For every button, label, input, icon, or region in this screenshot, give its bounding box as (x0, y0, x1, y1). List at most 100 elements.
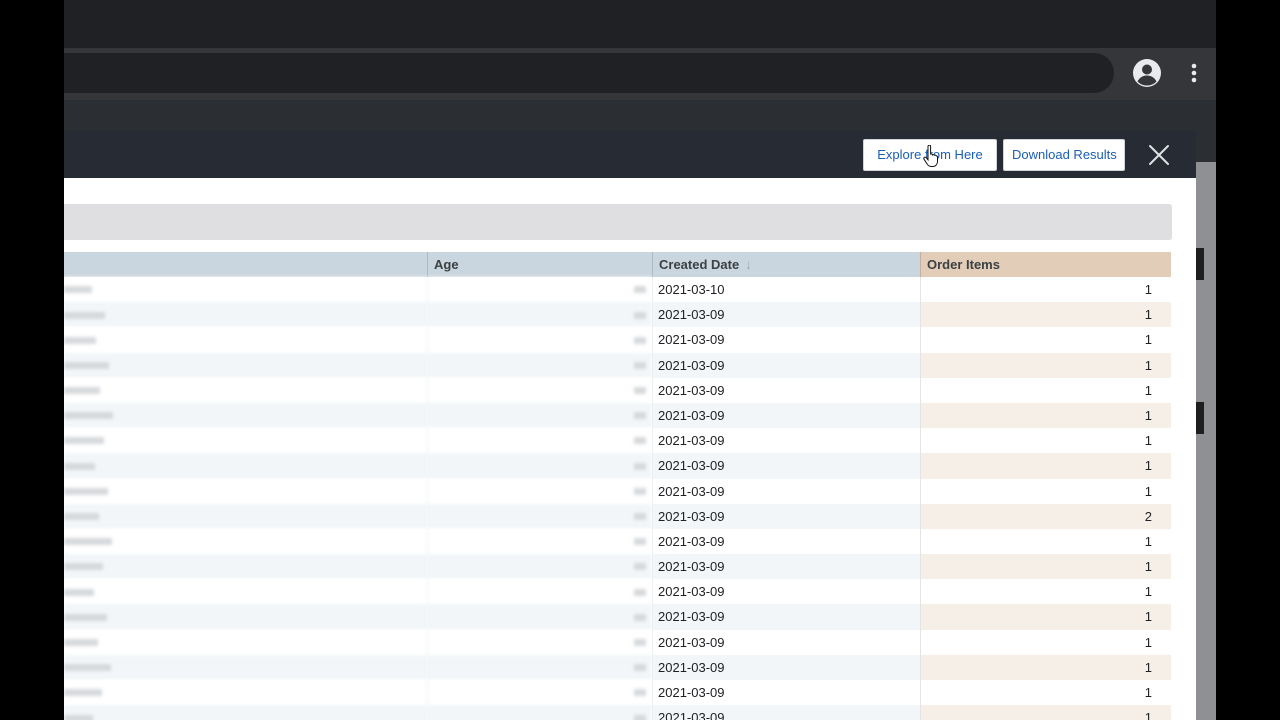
redacted-cell (427, 302, 652, 328)
column-header-age[interactable]: Age (427, 252, 652, 277)
redacted-cell (427, 680, 652, 706)
created-date-cell: 2021-03-10 (652, 277, 920, 303)
column-header-truncated[interactable] (64, 252, 427, 277)
close-icon[interactable] (1146, 142, 1172, 168)
order-items-cell: 1 (920, 554, 1171, 580)
filter-bar (64, 204, 1172, 240)
redacted-cell (427, 705, 652, 720)
redacted-cell (64, 402, 427, 429)
order-items-cell: 1 (920, 654, 1171, 680)
order-items-cell: 1 (920, 277, 1171, 303)
redacted-cell (64, 352, 427, 378)
created-date-cell: 2021-03-09 (652, 503, 920, 529)
redacted-cell (427, 604, 652, 630)
redacted-cell (64, 554, 427, 580)
redacted-cell (64, 478, 427, 504)
redacted-cell (427, 453, 652, 479)
redacted-cell (427, 377, 652, 403)
redacted-cell (427, 402, 652, 429)
created-date-cell: 2021-03-09 (652, 629, 920, 655)
created-date-cell: 2021-03-09 (652, 453, 920, 479)
background-page-block (1196, 402, 1204, 434)
table-row: 2021-03-09 1 (64, 604, 1171, 630)
table-row: 2021-03-09 1 (64, 680, 1171, 706)
redacted-cell (427, 478, 652, 504)
redacted-cell (427, 428, 652, 454)
browser-tab-strip (64, 0, 1216, 48)
redacted-cell (427, 352, 652, 378)
column-header-created-date[interactable]: Created Date ↓ (652, 252, 920, 277)
order-items-cell: 1 (920, 478, 1171, 504)
table-row: 2021-03-09 1 (64, 453, 1171, 479)
table-row: 2021-03-09 1 (64, 654, 1171, 680)
kebab-menu-icon[interactable] (1182, 58, 1206, 88)
address-bar[interactable] (64, 53, 1114, 93)
order-items-cell: 1 (920, 453, 1171, 479)
redacted-cell (427, 528, 652, 555)
order-items-cell: 1 (920, 629, 1171, 655)
created-date-cell: 2021-03-09 (652, 402, 920, 429)
redacted-cell (64, 302, 427, 328)
table-row: 2021-03-09 1 (64, 377, 1171, 403)
background-page-block (1196, 248, 1204, 280)
redacted-cell (64, 654, 427, 680)
created-date-cell: 2021-03-09 (652, 327, 920, 353)
order-items-cell: 1 (920, 428, 1171, 454)
redacted-cell (64, 680, 427, 706)
redacted-cell (64, 629, 427, 655)
order-items-cell: 1 (920, 377, 1171, 403)
redacted-cell (427, 327, 652, 353)
browser-toolbar (64, 48, 1216, 100)
sort-descending-icon: ↓ (745, 257, 752, 272)
table-row: 2021-03-09 1 (64, 478, 1171, 504)
order-items-cell: 1 (920, 402, 1171, 429)
modal-header: Explore from Here Download Results (64, 131, 1196, 178)
redacted-cell (427, 629, 652, 655)
profile-icon[interactable] (1131, 57, 1163, 89)
redacted-cell (427, 503, 652, 529)
order-items-cell: 2 (920, 503, 1171, 529)
table-row: 2021-03-09 1 (64, 402, 1171, 429)
redacted-cell (64, 579, 427, 605)
redacted-cell (64, 503, 427, 529)
table-row: 2021-03-09 1 (64, 428, 1171, 454)
created-date-cell: 2021-03-09 (652, 377, 920, 403)
redacted-cell (64, 377, 427, 403)
created-date-cell: 2021-03-09 (652, 302, 920, 328)
table-row: 2021-03-10 1 (64, 277, 1171, 303)
redacted-cell (64, 604, 427, 630)
redacted-cell (427, 554, 652, 580)
table-row: 2021-03-09 1 (64, 327, 1171, 353)
redacted-cell (64, 453, 427, 479)
table-row: 2021-03-09 1 (64, 528, 1171, 555)
column-header-label: Order Items (927, 257, 1000, 272)
created-date-cell: 2021-03-09 (652, 528, 920, 555)
created-date-cell: 2021-03-09 (652, 478, 920, 504)
redacted-cell (64, 705, 427, 720)
created-date-cell: 2021-03-09 (652, 654, 920, 680)
created-date-cell: 2021-03-09 (652, 352, 920, 378)
browser-screen: Explore from Here Download Results Age C… (64, 0, 1216, 720)
created-date-cell: 2021-03-09 (652, 705, 920, 720)
hand-pointer-icon (923, 144, 939, 167)
table-row: 2021-03-09 1 (64, 705, 1171, 720)
table-row: 2021-03-09 1 (64, 554, 1171, 580)
table-row: 2021-03-09 1 (64, 579, 1171, 605)
order-items-cell: 1 (920, 528, 1171, 555)
table-body: 2021-03-10 1 2021-03-09 1 2021-03-09 1 2021-03… (64, 277, 1171, 720)
table-row: 2021-03-09 1 (64, 302, 1171, 328)
redacted-cell (64, 428, 427, 454)
table-row: 2021-03-09 1 (64, 629, 1171, 655)
redacted-cell (64, 327, 427, 353)
order-items-cell: 1 (920, 302, 1171, 328)
column-header-label: Created Date (659, 257, 740, 272)
download-results-button[interactable]: Download Results (1003, 139, 1125, 171)
order-items-cell: 1 (920, 705, 1171, 720)
redacted-cell (427, 579, 652, 605)
redacted-cell (64, 277, 427, 303)
column-header-order-items[interactable]: Order Items (920, 252, 1171, 277)
table-header: Age Created Date ↓ Order Items (64, 252, 1171, 277)
results-modal: Explore from Here Download Results Age C… (64, 131, 1196, 720)
redacted-cell (427, 654, 652, 680)
order-items-cell: 1 (920, 604, 1171, 630)
